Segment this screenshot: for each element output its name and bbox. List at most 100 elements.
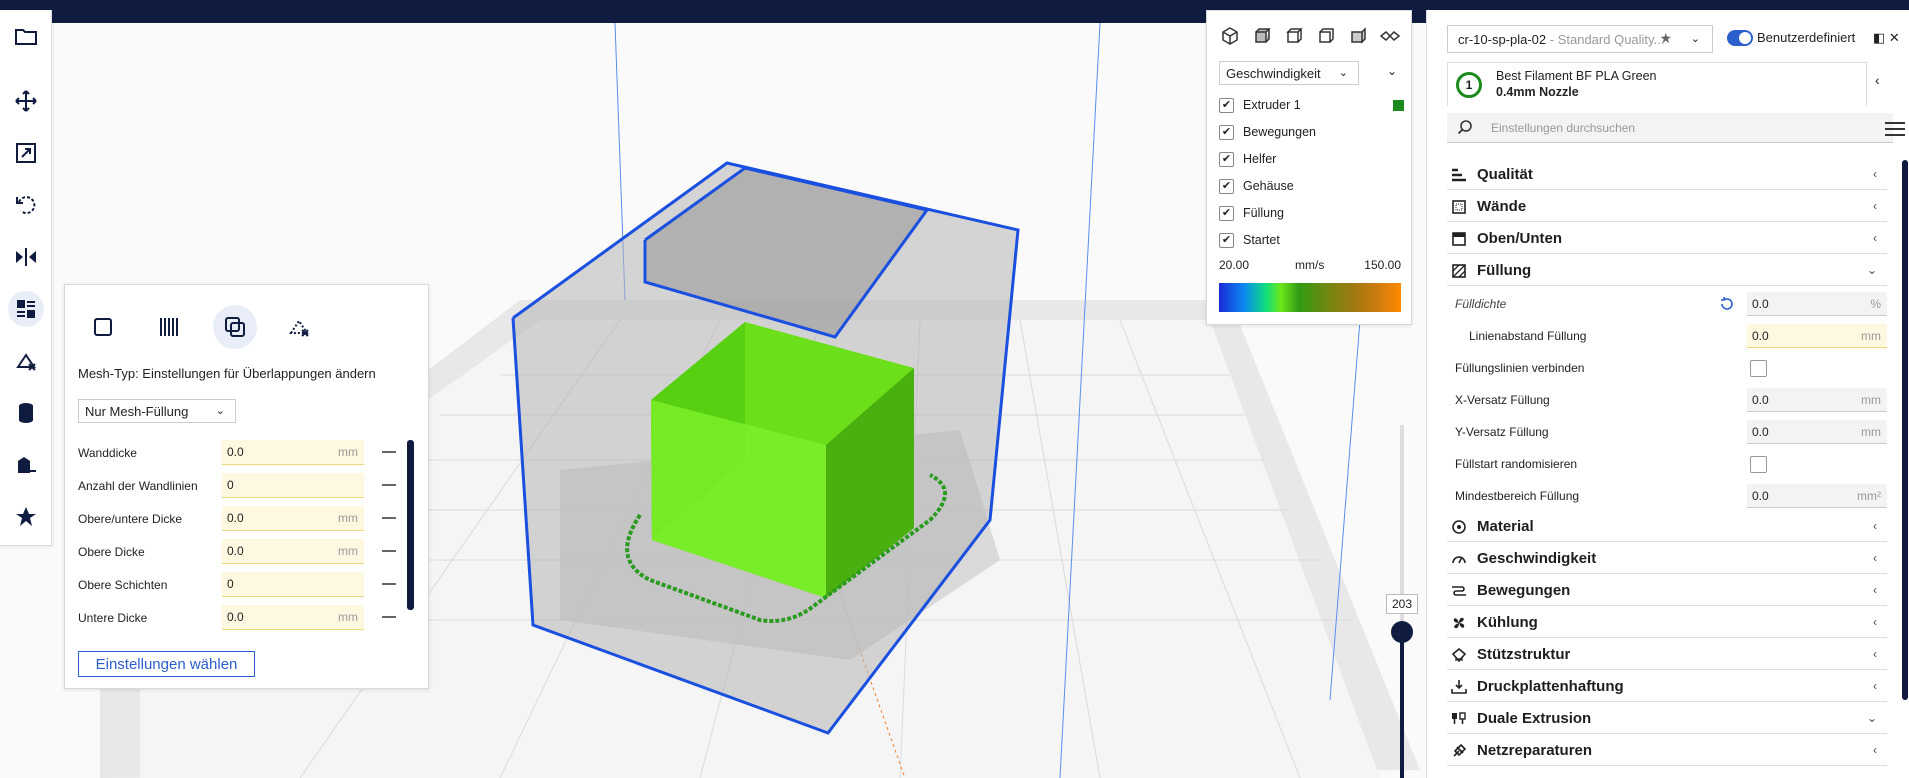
settings-search-input[interactable]: Einstellungen durchsuchen <box>1447 113 1893 143</box>
remove-setting-icon[interactable] <box>382 517 396 519</box>
legend-item-extruder-1[interactable]: ✔ Extruder 1 <box>1219 96 1404 116</box>
mesh-type-overlap-button[interactable] <box>213 305 257 349</box>
settings-scrollbar[interactable] <box>1902 160 1908 700</box>
checkbox-checked-icon[interactable]: ✔ <box>1219 98 1234 113</box>
xray-view-icon[interactable] <box>1379 25 1401 47</box>
setting-checkbox[interactable] <box>1750 360 1767 377</box>
quality-icon <box>1452 168 1466 182</box>
top-view-icon[interactable] <box>1283 25 1305 47</box>
overlap-icon <box>225 317 245 337</box>
right-view-icon[interactable] <box>1347 25 1369 47</box>
setting-input[interactable]: 0.0 mm <box>1747 324 1887 348</box>
layer-slider-handle[interactable] <box>1391 621 1413 643</box>
move-icon <box>15 90 37 112</box>
close-icon[interactable]: ✕ <box>1889 30 1900 45</box>
category-top-bottom[interactable]: Oben/Unten ‹ <box>1447 224 1887 254</box>
setting-randomize-infill-start: Füllstart randomisieren <box>1447 448 1887 480</box>
custom-mode-toggle[interactable] <box>1727 30 1753 46</box>
per-model-settings-button[interactable] <box>8 291 44 327</box>
support-blocker-icon <box>16 353 36 371</box>
lay-flat-button[interactable] <box>8 447 44 483</box>
legend-item-starts[interactable]: ✔ Startet <box>1219 231 1399 251</box>
chevron-left-icon[interactable]: ‹ <box>1875 72 1880 88</box>
checkbox-checked-icon[interactable]: ✔ <box>1219 125 1234 140</box>
hamburger-menu-icon[interactable] <box>1885 121 1905 137</box>
setting-infill-line-distance: Linienabstand Füllung 0.0 mm <box>1447 320 1887 352</box>
setting-checkbox[interactable] <box>1750 456 1767 473</box>
scale-tool-button[interactable] <box>8 135 44 171</box>
legend-item-helpers[interactable]: ✔ Helfer <box>1219 150 1399 170</box>
category-material[interactable]: Material ‹ <box>1447 512 1887 542</box>
setting-infill-y-offset: Y-Versatz Füllung 0.0 mm <box>1447 416 1887 448</box>
setting-input[interactable]: 0.0 mm <box>222 539 364 564</box>
setting-input[interactable]: 0.0 mm <box>222 605 364 630</box>
mirror-icon <box>16 248 36 266</box>
remove-setting-icon[interactable] <box>382 550 396 552</box>
checkbox-checked-icon[interactable]: ✔ <box>1219 233 1234 248</box>
material-selector[interactable]: 1 Best Filament BF PLA Green 0.4mm Nozzl… <box>1447 62 1867 106</box>
category-label: Druckplattenhaftung <box>1477 678 1624 695</box>
setting-input[interactable]: 0.0 mm <box>1747 388 1887 412</box>
reset-icon[interactable] <box>1719 296 1735 312</box>
setting-input[interactable]: 0 <box>222 572 364 597</box>
setting-value: 0.0 <box>1752 425 1769 439</box>
walls-icon <box>1452 200 1466 214</box>
setting-min-infill-area: Mindestbereich Füllung 0.0 mm² <box>1447 480 1887 512</box>
category-adhesion[interactable]: Druckplattenhaftung ‹ <box>1447 672 1887 702</box>
setting-infill-density: Fülldichte 0.0% <box>1447 288 1887 320</box>
checkbox-checked-icon[interactable]: ✔ <box>1219 179 1234 194</box>
mesh-settings-scrollbar[interactable] <box>407 440 414 610</box>
setting-value: 0.0 <box>227 445 244 459</box>
remove-setting-icon[interactable] <box>382 451 396 453</box>
checkbox-checked-icon[interactable]: ✔ <box>1219 152 1234 167</box>
legend-item-travel[interactable]: ✔ Bewegungen <box>1219 123 1399 143</box>
legend-item-infill[interactable]: ✔ Füllung <box>1219 204 1399 224</box>
collapse-legend-icon[interactable]: ⌄ <box>1387 64 1397 78</box>
setting-input[interactable]: 0.0 mm <box>1747 420 1887 444</box>
mirror-tool-button[interactable] <box>8 239 44 275</box>
category-infill[interactable]: Füllung ⌄ <box>1447 256 1887 286</box>
category-travel[interactable]: Bewegungen ‹ <box>1447 576 1887 606</box>
profile-dropdown[interactable]: cr-10-sp-pla-02 - Standard Quality... ★ … <box>1447 25 1713 53</box>
layer-number[interactable]: 203 <box>1386 594 1418 614</box>
remove-setting-icon[interactable] <box>382 484 396 486</box>
popout-icon[interactable]: ◧ <box>1873 30 1885 45</box>
remove-setting-icon[interactable] <box>382 583 396 585</box>
category-dual-extrusion[interactable]: Duale Extrusion ⌄ <box>1447 704 1887 734</box>
mesh-type-normal-button[interactable] <box>81 305 125 349</box>
category-quality[interactable]: Qualität ‹ <box>1447 160 1887 190</box>
mesh-type-dropdown[interactable]: Nur Mesh-Füllung ⌄ <box>78 399 236 423</box>
category-support[interactable]: Stützstruktur ‹ <box>1447 640 1887 670</box>
category-walls[interactable]: Wände ‹ <box>1447 192 1887 222</box>
setting-value: 0.0 <box>227 511 244 525</box>
setting-value: 0.0 <box>1752 329 1769 343</box>
support-blocker-button[interactable] <box>8 343 44 379</box>
left-view-icon[interactable] <box>1315 25 1337 47</box>
category-cooling[interactable]: Kühlung ‹ <box>1447 608 1887 638</box>
3d-view-icon[interactable] <box>1219 25 1241 47</box>
mesh-type-support-blocker-button[interactable] <box>277 305 321 349</box>
remove-setting-icon[interactable] <box>382 616 396 618</box>
cylinder-tool-button[interactable] <box>8 395 44 431</box>
rotate-icon <box>16 196 36 215</box>
choose-settings-button[interactable]: Einstellungen wählen <box>78 651 255 677</box>
plugins-button[interactable] <box>8 499 44 535</box>
rotate-tool-button[interactable] <box>8 187 44 223</box>
category-speed[interactable]: Geschwindigkeit ‹ <box>1447 544 1887 574</box>
setting-input[interactable]: 0.0 mm² <box>1747 484 1887 508</box>
setting-input[interactable]: 0.0% <box>1747 292 1887 316</box>
open-file-button[interactable] <box>8 18 44 54</box>
setting-connect-infill-lines: Füllungslinien verbinden <box>1447 352 1887 384</box>
color-scheme-dropdown[interactable]: Geschwindigkeit ⌄ <box>1219 61 1359 85</box>
move-tool-button[interactable] <box>8 83 44 119</box>
mesh-type-infill-button[interactable] <box>147 305 191 349</box>
setting-input[interactable]: 0.0 mm <box>222 440 364 465</box>
setting-input[interactable]: 0 <box>222 473 364 498</box>
setting-input[interactable]: 0.0 mm <box>222 506 364 531</box>
star-icon[interactable]: ★ <box>1659 30 1672 47</box>
category-mesh-fixes[interactable]: Netzreparaturen ‹ <box>1447 736 1887 766</box>
front-view-icon[interactable] <box>1251 25 1273 47</box>
checkbox-checked-icon[interactable]: ✔ <box>1219 206 1234 221</box>
legend-item-shell[interactable]: ✔ Gehäuse <box>1219 177 1399 197</box>
setting-label: Linienabstand Füllung <box>1469 329 1587 343</box>
